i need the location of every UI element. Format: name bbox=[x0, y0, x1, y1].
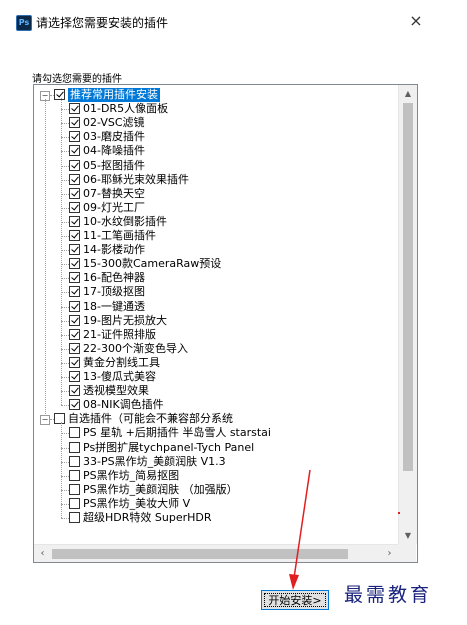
start-install-label: 开始安装> bbox=[268, 594, 322, 607]
watermark-text: 最需教育 bbox=[344, 584, 433, 606]
annotation-arrow bbox=[289, 469, 311, 590]
start-install-button[interactable]: 开始安装> bbox=[261, 590, 329, 610]
annotation-dot bbox=[398, 512, 400, 514]
